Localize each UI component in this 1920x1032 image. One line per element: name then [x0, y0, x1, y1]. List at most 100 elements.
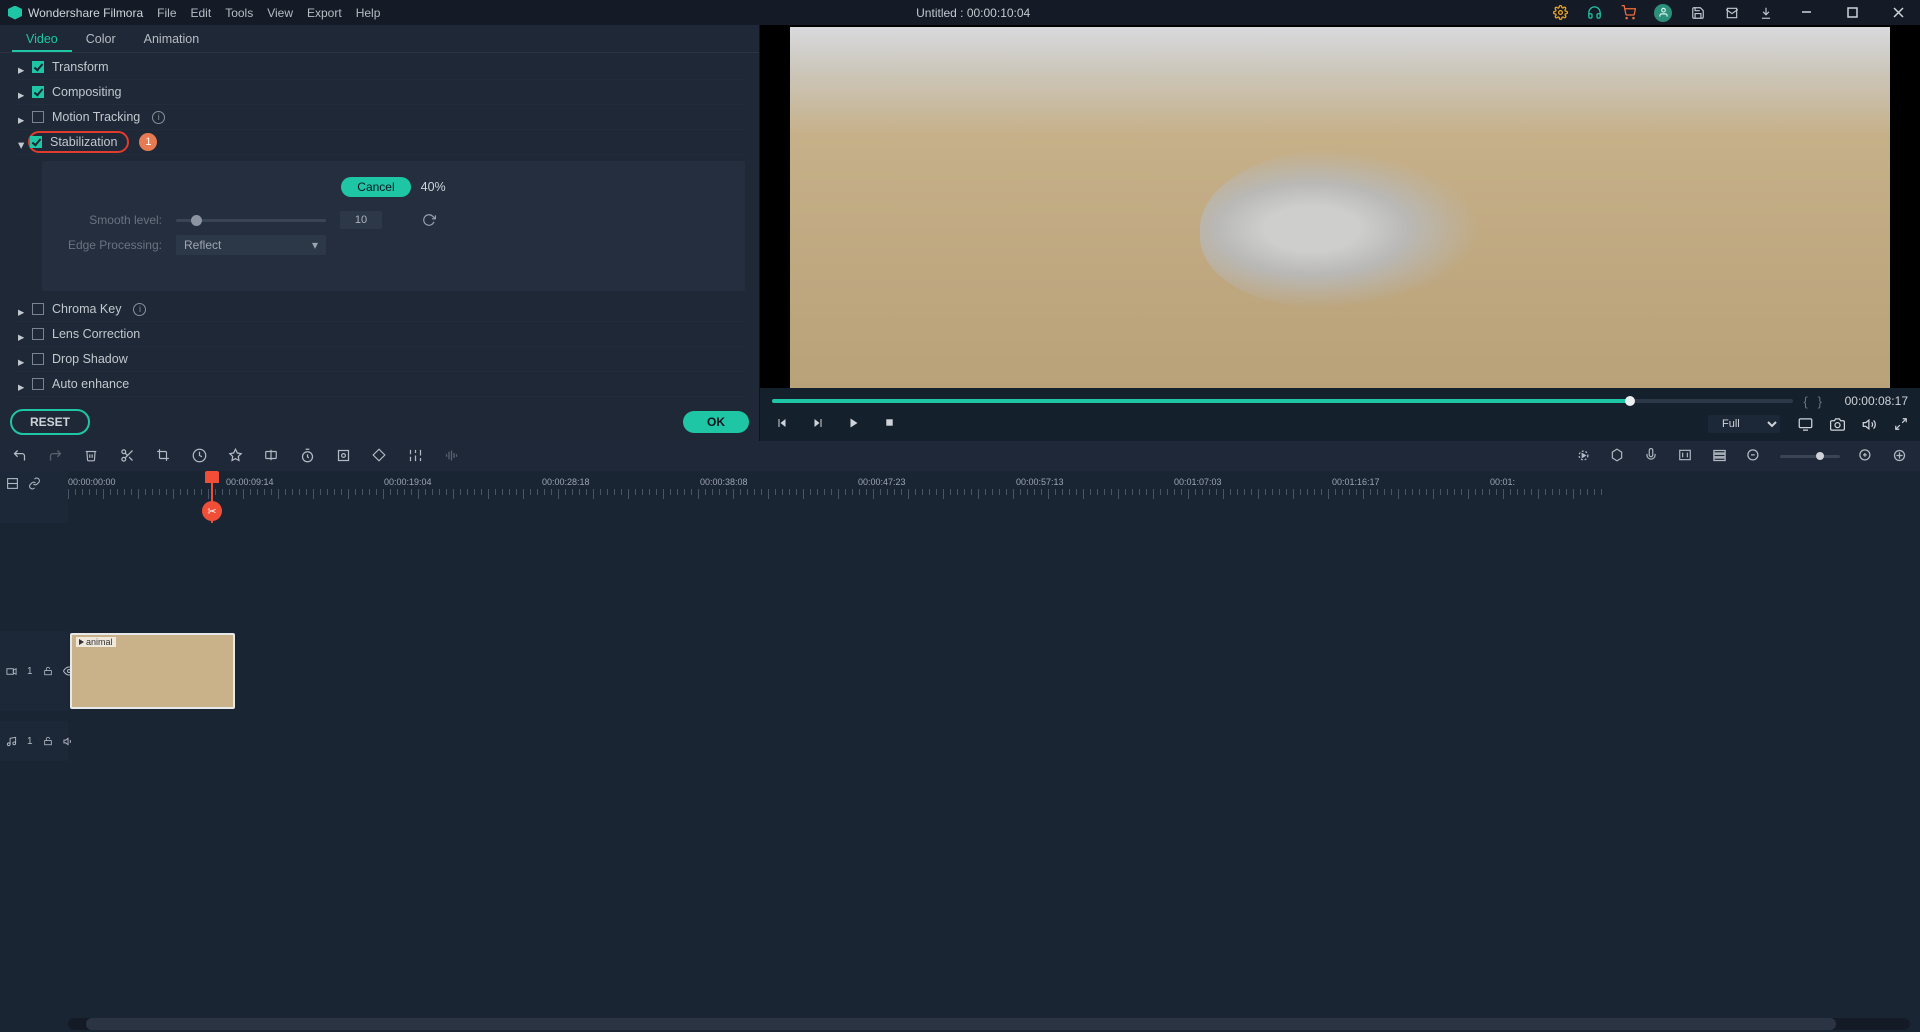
video-track-body[interactable]: animal [68, 631, 1920, 711]
tab-animation[interactable]: Animation [130, 25, 214, 52]
tracking-icon[interactable] [336, 448, 352, 464]
marker-icon[interactable] [1610, 448, 1626, 464]
audio-track-body[interactable] [68, 721, 1920, 761]
mark-out-icon[interactable]: } [1818, 394, 1822, 409]
track-lock-icon[interactable] [43, 666, 53, 676]
tab-color[interactable]: Color [72, 25, 130, 52]
timeline-toolbar [0, 441, 1920, 471]
mark-in-icon[interactable]: { [1803, 394, 1807, 409]
freeze-frame-icon[interactable] [264, 448, 280, 464]
user-avatar-icon[interactable] [1654, 4, 1672, 22]
mixer-icon[interactable] [408, 448, 424, 464]
chevron-down-icon[interactable]: ▾ [18, 137, 28, 147]
stabilization-checkbox[interactable] [30, 136, 42, 148]
redo-icon[interactable] [48, 448, 64, 464]
step-back-button[interactable] [776, 417, 790, 431]
zoom-fit-icon[interactable] [1892, 448, 1908, 464]
effect-stabilization[interactable]: ▾ Stabilization 1 [14, 130, 745, 155]
edge-processing-select[interactable]: Reflect ▾ [176, 235, 326, 255]
timeline-link-icon[interactable] [28, 477, 42, 491]
zoom-out-icon[interactable] [1746, 448, 1762, 464]
effect-motion-tracking[interactable]: ▸ Motion Tracking i [14, 105, 745, 130]
chevron-right-icon[interactable]: ▸ [18, 354, 28, 364]
timeline-ruler[interactable]: 00:00:00:0000:00:09:1400:00:19:0400:00:2… [68, 471, 1920, 523]
chevron-right-icon[interactable]: ▸ [18, 379, 28, 389]
video-track-icon [6, 666, 17, 677]
compositing-checkbox[interactable] [32, 86, 44, 98]
reset-button[interactable]: RESET [10, 409, 90, 435]
fullscreen-icon[interactable] [1894, 417, 1908, 431]
track-manager-icon[interactable] [1712, 448, 1728, 464]
support-icon[interactable] [1586, 5, 1602, 21]
menu-file[interactable]: File [157, 6, 176, 20]
preview-zoom-select[interactable]: Full [1708, 415, 1780, 433]
timeline-scrollbar[interactable] [68, 1018, 1910, 1030]
auto-enhance-checkbox[interactable] [32, 378, 44, 390]
menu-help[interactable]: Help [356, 6, 381, 20]
menu-edit[interactable]: Edit [191, 6, 212, 20]
save-icon[interactable] [1690, 5, 1706, 21]
zoom-slider[interactable] [1780, 455, 1840, 458]
effect-auto-enhance[interactable]: ▸ Auto enhance [14, 372, 745, 397]
split-icon[interactable] [120, 448, 136, 464]
snapshot-icon[interactable] [1830, 417, 1844, 431]
lens-correction-checkbox[interactable] [32, 328, 44, 340]
audio-waveform-icon[interactable] [444, 448, 460, 464]
volume-icon[interactable] [1862, 417, 1876, 431]
notifications-icon[interactable] [1724, 5, 1740, 21]
menu-export[interactable]: Export [307, 6, 342, 20]
crop-icon[interactable] [156, 448, 172, 464]
timeline-playhead[interactable]: ✂ [211, 471, 213, 523]
chevron-right-icon[interactable]: ▸ [18, 112, 28, 122]
stop-button[interactable] [884, 417, 898, 431]
timeline-collapse-icon[interactable] [6, 477, 20, 491]
settings-icon[interactable] [1552, 5, 1568, 21]
voiceover-icon[interactable] [1644, 448, 1660, 464]
tab-video[interactable]: Video [12, 25, 72, 52]
timeline-tracks: 1 animal 1 [0, 523, 1920, 1014]
help-icon[interactable]: i [133, 303, 146, 316]
effect-compositing[interactable]: ▸ Compositing [14, 80, 745, 105]
effect-transform[interactable]: ▸ Transform [14, 55, 745, 80]
keyframe-icon[interactable] [372, 448, 388, 464]
timeline-clip[interactable]: animal [70, 633, 235, 709]
preview-quality-icon[interactable] [1798, 417, 1812, 431]
zoom-in-icon[interactable] [1858, 448, 1874, 464]
cart-icon[interactable] [1620, 5, 1636, 21]
playback-progress-slider[interactable] [772, 399, 1793, 403]
window-maximize-button[interactable] [1838, 3, 1866, 23]
play-button[interactable] [848, 417, 862, 431]
drop-shadow-checkbox[interactable] [32, 353, 44, 365]
chroma-key-checkbox[interactable] [32, 303, 44, 315]
step-forward-button[interactable] [812, 417, 826, 431]
smooth-level-slider[interactable] [176, 219, 326, 222]
chevron-right-icon[interactable]: ▸ [18, 329, 28, 339]
effect-chroma-key[interactable]: ▸ Chroma Key i [14, 297, 745, 322]
reset-smooth-icon[interactable] [422, 213, 436, 227]
chevron-right-icon[interactable]: ▸ [18, 62, 28, 72]
scissors-icon[interactable]: ✂ [202, 501, 222, 521]
help-icon[interactable]: i [152, 111, 165, 124]
chevron-right-icon[interactable]: ▸ [18, 87, 28, 97]
motion-tracking-checkbox[interactable] [32, 111, 44, 123]
audio-mixer-icon[interactable] [1678, 448, 1694, 464]
render-preview-icon[interactable] [1576, 448, 1592, 464]
smooth-level-input[interactable] [340, 211, 382, 229]
window-minimize-button[interactable] [1792, 3, 1820, 23]
ok-button[interactable]: OK [683, 411, 749, 433]
track-lock-icon[interactable] [43, 736, 53, 746]
chevron-right-icon[interactable]: ▸ [18, 304, 28, 314]
duration-icon[interactable] [300, 448, 316, 464]
effect-drop-shadow[interactable]: ▸ Drop Shadow [14, 347, 745, 372]
download-icon[interactable] [1758, 5, 1774, 21]
cancel-button[interactable]: Cancel [341, 177, 410, 197]
menu-tools[interactable]: Tools [225, 6, 253, 20]
menu-view[interactable]: View [267, 6, 293, 20]
color-match-icon[interactable] [228, 448, 244, 464]
undo-icon[interactable] [12, 448, 28, 464]
speed-icon[interactable] [192, 448, 208, 464]
transform-checkbox[interactable] [32, 61, 44, 73]
effect-lens-correction[interactable]: ▸ Lens Correction [14, 322, 745, 347]
delete-icon[interactable] [84, 448, 100, 464]
window-close-button[interactable] [1884, 3, 1912, 23]
